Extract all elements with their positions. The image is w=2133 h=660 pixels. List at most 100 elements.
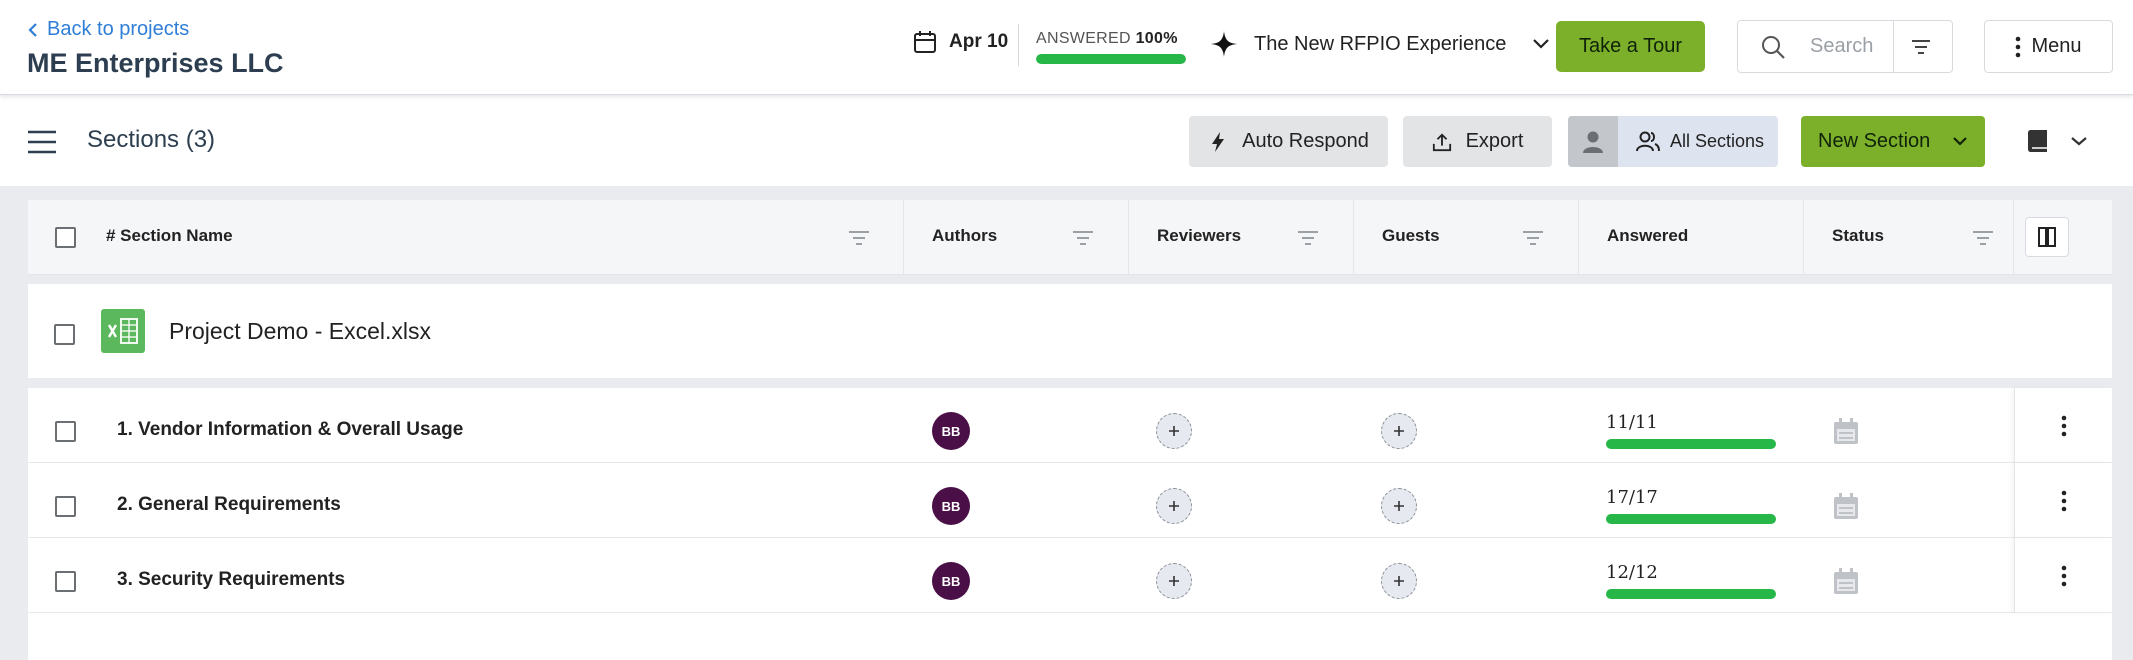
plus-icon <box>1394 426 1404 436</box>
column-header-label: Answered <box>1607 226 1689 245</box>
answered-count: 11/11 <box>1606 412 1658 433</box>
answered-percent: 100% <box>1135 30 1178 47</box>
users-icon <box>1636 131 1660 151</box>
row-checkbox[interactable] <box>55 496 76 517</box>
filter-icon[interactable] <box>1972 229 1994 247</box>
column-section-name: # Section Name <box>28 200 904 275</box>
menu-button[interactable]: Menu <box>1984 20 2113 73</box>
answered-count: 17/17 <box>1606 487 1658 508</box>
search-divider <box>1893 21 1894 72</box>
table-header: # Section Name Authors Reviewers Guests … <box>28 200 2112 275</box>
search-icon <box>1762 35 1785 59</box>
take-a-tour-button[interactable]: Take a Tour <box>1556 21 1705 72</box>
row-gap <box>28 378 2112 388</box>
file-name[interactable]: Project Demo - Excel.xlsx <box>169 318 431 345</box>
filter-icon[interactable] <box>1297 229 1319 247</box>
plus-icon <box>1169 426 1179 436</box>
file-group-row: Project Demo - Excel.xlsx <box>28 284 2112 378</box>
kebab-icon <box>2061 565 2066 586</box>
plus-icon <box>1394 501 1404 511</box>
row-progress-fill <box>1606 439 1776 449</box>
file-checkbox[interactable] <box>54 324 75 345</box>
column-header-label: Guests <box>1382 226 1440 245</box>
status-calendar-icon[interactable] <box>1833 493 1859 520</box>
filter-icon[interactable] <box>1910 36 1932 58</box>
column-guests: Guests <box>1354 200 1579 275</box>
table-row[interactable]: 3. Security Requirements BB 12/12 <box>28 538 2112 613</box>
due-date[interactable]: Apr 10 <box>913 30 1008 54</box>
book-icon[interactable] <box>2027 129 2049 153</box>
section-name[interactable]: 2. General Requirements <box>117 494 341 516</box>
filter-icon[interactable] <box>1072 229 1094 247</box>
add-guest-button[interactable] <box>1381 488 1417 524</box>
row-actions-button[interactable] <box>2014 463 2112 538</box>
row-progress-fill <box>1606 589 1776 599</box>
auto-respond-button[interactable]: Auto Respond <box>1189 116 1388 167</box>
author-avatar[interactable]: BB <box>932 412 970 450</box>
experience-dropdown[interactable]: The New RFPIO Experience <box>1210 30 1550 58</box>
status-calendar-icon[interactable] <box>1833 568 1859 595</box>
search-input[interactable] <box>1810 35 1900 58</box>
excel-file-icon <box>101 309 145 353</box>
row-actions-button[interactable] <box>2014 388 2112 463</box>
column-layout-button[interactable] <box>2025 217 2069 257</box>
plus-icon <box>1169 501 1179 511</box>
select-all-checkbox[interactable] <box>55 227 76 248</box>
answered-progress: ANSWERED 100% <box>1036 30 1186 64</box>
filter-icon[interactable] <box>848 229 870 247</box>
lightning-icon <box>1212 131 1225 152</box>
all-sections-filter[interactable]: All Sections <box>1568 116 1778 167</box>
plus-icon <box>1169 576 1179 586</box>
status-calendar-icon[interactable] <box>1833 418 1859 445</box>
new-section-label: New Section <box>1818 130 1931 152</box>
add-reviewer-button[interactable] <box>1156 488 1192 524</box>
table-row[interactable]: 1. Vendor Information & Overall Usage BB… <box>28 388 2112 463</box>
answered-count: 12/12 <box>1606 562 1658 583</box>
column-answered: Answered <box>1579 200 1804 275</box>
row-progress-bar <box>1606 514 1776 524</box>
answered-progress-fill <box>1036 54 1186 64</box>
section-name[interactable]: 1. Vendor Information & Overall Usage <box>117 419 463 441</box>
author-avatar[interactable]: BB <box>932 562 970 600</box>
kebab-icon <box>2061 415 2066 436</box>
row-progress-bar <box>1606 589 1776 599</box>
company-title: ME Enterprises LLC <box>27 48 284 78</box>
menu-label: Menu <box>2031 35 2082 57</box>
add-guest-button[interactable] <box>1381 413 1417 449</box>
columns-icon <box>2038 227 2056 247</box>
add-reviewer-button[interactable] <box>1156 413 1192 449</box>
kebab-icon <box>2016 36 2021 57</box>
export-button[interactable]: Export <box>1403 116 1552 167</box>
user-avatar <box>1568 116 1618 167</box>
sections-table: # Section Name Authors Reviewers Guests … <box>28 200 2112 660</box>
chevron-down-icon <box>1533 39 1550 49</box>
add-guest-button[interactable] <box>1381 563 1417 599</box>
column-authors: Authors <box>904 200 1129 275</box>
chevron-down-icon[interactable] <box>2070 136 2088 147</box>
row-checkbox[interactable] <box>55 421 76 442</box>
row-actions-button[interactable] <box>2014 538 2112 613</box>
sparkle-icon <box>1211 31 1237 57</box>
sections-toolbar: Sections (3) Auto Respond Export All Sec… <box>0 96 2133 186</box>
sections-title: Sections (3) <box>87 126 216 153</box>
author-avatar[interactable]: BB <box>932 487 970 525</box>
experience-label: The New RFPIO Experience <box>1254 32 1507 55</box>
add-reviewer-button[interactable] <box>1156 563 1192 599</box>
hamburger-icon[interactable] <box>28 130 56 154</box>
header-divider <box>1018 24 1019 66</box>
column-reviewers: Reviewers <box>1129 200 1354 275</box>
auto-respond-label: Auto Respond <box>1242 130 1369 152</box>
column-status: Status <box>1804 200 2014 275</box>
column-header-label: # Section Name <box>106 226 233 245</box>
chevron-left-icon <box>28 22 37 37</box>
new-section-button[interactable]: New Section <box>1801 116 1985 167</box>
row-progress-bar <box>1606 439 1776 449</box>
answered-label: ANSWERED <box>1036 30 1131 47</box>
back-to-projects-link[interactable]: Back to projects <box>27 18 189 41</box>
due-date-label: Apr 10 <box>949 31 1009 52</box>
table-row[interactable]: 2. General Requirements BB 17/17 <box>28 463 2112 538</box>
filter-icon[interactable] <box>1522 229 1544 247</box>
section-name[interactable]: 3. Security Requirements <box>117 569 345 591</box>
row-checkbox[interactable] <box>55 571 76 592</box>
column-header-label: Status <box>1832 226 1884 245</box>
